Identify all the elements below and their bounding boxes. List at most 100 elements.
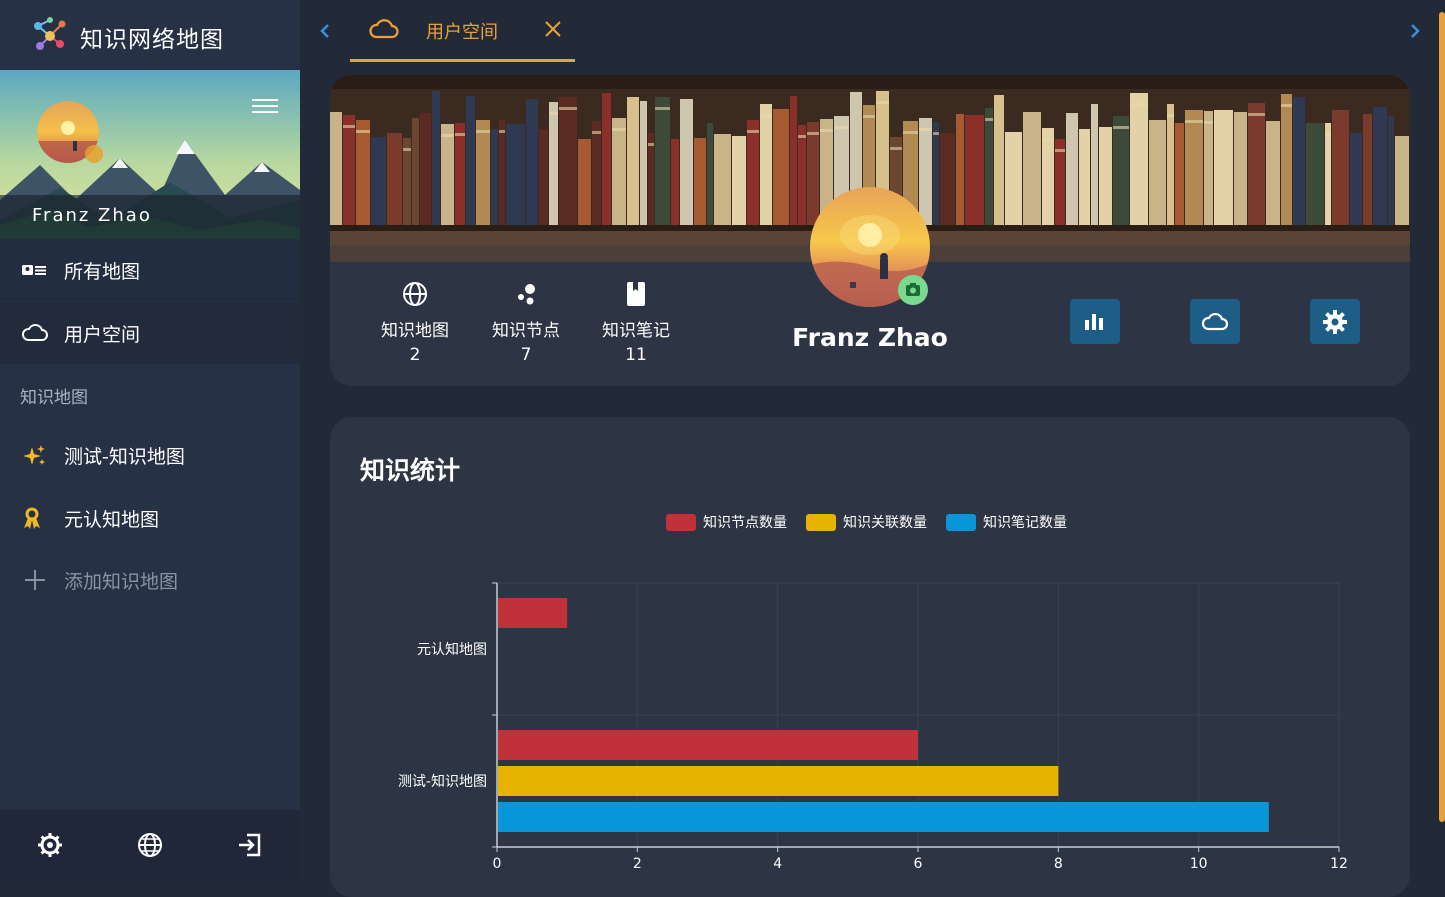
book-spine [627, 97, 639, 225]
chevron-right-icon[interactable] [1405, 18, 1425, 44]
profile-name: Franz Zhao [792, 323, 948, 352]
book-spine [933, 122, 939, 225]
book-spine [773, 109, 789, 225]
legend-swatch [666, 514, 696, 531]
stat-maps: 知识地图 2 [360, 280, 470, 365]
sidebar-username: Franz Zhao [32, 205, 152, 226]
x-tick-label: 2 [633, 856, 642, 872]
book-spine [965, 115, 984, 225]
tab-label: 用户空间 [426, 22, 498, 43]
profile-card: 知识地图 2 知识节点 7 知识笔记 11 Franz Zhao [330, 75, 1410, 386]
book-spine [1350, 133, 1362, 225]
book-spine [403, 138, 411, 225]
chevron-left-icon[interactable] [315, 18, 335, 44]
x-tick-label: 12 [1330, 856, 1348, 872]
book-spine [441, 124, 454, 225]
globe-icon[interactable] [135, 830, 165, 860]
ribbon-icon [24, 507, 40, 529]
book-spine [655, 97, 670, 225]
book-spine [1113, 116, 1129, 225]
nav-item-all-maps[interactable]: 所有地图 [0, 239, 300, 301]
book-spine [491, 129, 498, 225]
scrollbar[interactable] [1439, 12, 1445, 822]
book-spine [476, 120, 490, 225]
nav-item-metacognition-map[interactable]: 元认知地图 [0, 487, 300, 549]
bar [498, 730, 918, 760]
book-spine [640, 101, 647, 225]
book-spine [1042, 128, 1054, 225]
book-spine [343, 115, 355, 225]
book-spine [499, 120, 505, 225]
book-spine [1214, 110, 1233, 225]
stat-value: 2 [409, 345, 421, 365]
cloud-icon [22, 324, 48, 341]
stat-label: 知识节点 [492, 321, 560, 341]
sidebar-footer [0, 810, 300, 880]
book-spine [612, 118, 626, 225]
book-spine [1248, 103, 1265, 225]
book-spine [1395, 136, 1409, 225]
legend-label: 知识节点数量 [703, 514, 787, 531]
book-spine [1293, 97, 1305, 225]
book-spine [506, 124, 525, 225]
globe-icon [403, 282, 427, 306]
legend-label: 知识笔记数量 [983, 514, 1067, 531]
sparkles-icon [23, 445, 45, 465]
nav-label-metacognition-map: 元认知地图 [64, 509, 160, 531]
stat-notes: 知识笔记 11 [581, 280, 691, 365]
nav-item-test-map[interactable]: 测试-知识地图 [0, 424, 300, 486]
book-spine [330, 112, 342, 225]
avatar-status-dot [85, 145, 103, 163]
book-spine [387, 133, 402, 225]
book-spine [680, 99, 693, 225]
statistics-button[interactable] [1070, 299, 1120, 344]
tab-bar: 用户空间 [300, 0, 1445, 62]
nav-item-user-space[interactable]: 用户空间 [0, 302, 300, 364]
profile-name-bar: Franz Zhao [0, 195, 300, 239]
x-tick-label: 4 [773, 856, 782, 872]
book-spine [994, 95, 1004, 225]
book-spine [1175, 123, 1184, 225]
stats-card: 知识统计 知识节点数量 知识关联数量 知识笔记数量 0 2 4 6 8 10 12 元认知地图 测试-… [330, 417, 1410, 897]
legend-swatch [806, 514, 836, 531]
profile-banner: Franz Zhao [0, 70, 300, 239]
stat-label: 知识笔记 [602, 321, 670, 341]
id-card-icon [22, 265, 46, 275]
book-spine [747, 120, 759, 225]
tab-user-space[interactable]: 用户空间 [350, 0, 575, 62]
book-spine [466, 96, 475, 225]
bookmark-icon [627, 282, 645, 306]
logo-bar: 知识网络地图 [0, 0, 300, 70]
book-spine [919, 118, 932, 225]
section-label: 知识地图 [20, 388, 88, 408]
add-map-button[interactable]: 添加知识地图 [0, 549, 300, 611]
book-spine [1099, 127, 1112, 225]
close-icon[interactable] [544, 20, 562, 38]
x-tick-label: 10 [1190, 856, 1208, 872]
nav-label-all-maps: 所有地图 [64, 261, 141, 283]
book-spine [1332, 110, 1349, 225]
settings-icon[interactable] [35, 830, 65, 860]
book-spine [455, 123, 465, 225]
x-tick-label: 6 [914, 856, 923, 872]
book-spine [559, 97, 577, 225]
settings-button[interactable] [1310, 299, 1360, 344]
book-spine [1204, 111, 1213, 225]
cloud-sync-button[interactable] [1190, 299, 1240, 344]
stat-label: 知识地图 [381, 321, 449, 341]
nodes-icon [518, 284, 535, 305]
book-spine [412, 118, 419, 225]
book-spine [985, 108, 993, 225]
camera-icon[interactable] [898, 275, 928, 305]
book-spine [1167, 104, 1174, 225]
gear-icon [1323, 310, 1347, 334]
add-map-label: 添加知识地图 [64, 571, 179, 593]
nav-label-user-space: 用户空间 [64, 324, 141, 346]
book-spine [732, 136, 746, 225]
book-spine [549, 102, 558, 225]
logout-icon[interactable] [235, 830, 265, 860]
book-spine [432, 91, 440, 225]
hamburger-menu-icon[interactable] [252, 96, 278, 116]
stat-value: 11 [625, 345, 647, 365]
book-spine [1281, 94, 1292, 225]
